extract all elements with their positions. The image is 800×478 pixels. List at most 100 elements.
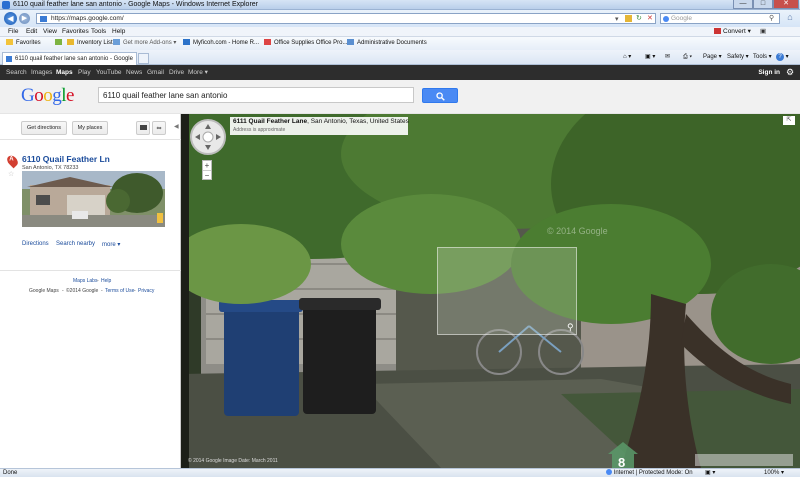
gbar-search[interactable]: Search — [6, 65, 27, 80]
separator: - — [134, 288, 136, 294]
dropdown-icon[interactable]: ▾ — [615, 15, 619, 23]
print-button[interactable] — [136, 121, 150, 135]
tab-row: 6110 quail feather lane san antonio - Go… — [0, 50, 800, 74]
fav-myficoh[interactable]: Myficoh.com - Home R... — [183, 37, 259, 50]
expand-icon[interactable]: ⇱ — [783, 116, 795, 125]
search-provider-icon — [663, 16, 669, 22]
fav-office-supplies[interactable]: Office Supplies Office Pro... — [264, 37, 347, 50]
menu-edit[interactable]: Edit — [26, 27, 37, 37]
search-nearby-link[interactable]: Search nearby — [56, 241, 95, 247]
overlay-city: , San Antonio, Texas, United States — [307, 118, 409, 125]
more-link[interactable]: more ▾ — [102, 241, 120, 248]
safety-menu-label: Safety — [727, 54, 745, 60]
gbar-news[interactable]: News — [126, 65, 142, 80]
new-tab-button[interactable] — [138, 53, 149, 64]
street-view-watermark: © 2014 Google — [547, 226, 608, 236]
fav-get-addons[interactable]: Get more Add-ons ▾ — [113, 37, 176, 50]
my-places-button[interactable]: My places — [72, 121, 108, 135]
menu-bar: File Edit View Favorites Tools Help Conv… — [0, 27, 800, 37]
fav-label: Administrative Documents — [357, 40, 427, 46]
more-label: more — [102, 242, 116, 248]
lock-icon[interactable] — [625, 15, 632, 22]
gbar-play[interactable]: Play — [78, 65, 91, 80]
help-icon[interactable]: ? ▾ — [776, 50, 789, 65]
separator: - — [101, 288, 103, 294]
safety-menu[interactable]: Safety ▾ — [727, 50, 749, 65]
tab-favicon-icon — [6, 56, 12, 62]
maps-search-input[interactable]: 6110 quail feather lane san antonio — [98, 87, 414, 103]
browser-search-placeholder: Google — [671, 15, 692, 22]
get-directions-button[interactable]: Get directions — [21, 121, 67, 135]
fav-label: Myficoh.com - Home R... — [193, 40, 260, 46]
globe-icon — [606, 469, 612, 475]
overlay-approximate: Address is approximate — [233, 127, 286, 133]
divider — [0, 139, 181, 140]
home-icon[interactable]: ⌂ — [783, 12, 797, 25]
fav-inventory-list[interactable]: Inventory List — [67, 37, 113, 50]
mail-icon[interactable]: ✉ — [665, 50, 670, 65]
gbar-youtube[interactable]: YouTube — [96, 65, 122, 80]
gbar-more[interactable]: More ▾ — [188, 65, 208, 80]
home-cmd-icon[interactable]: ⌂ ▾ — [623, 50, 631, 65]
maps-labs-link[interactable]: Maps Labs — [73, 278, 97, 284]
refresh-icon[interactable]: ↻ — [636, 14, 642, 22]
close-button[interactable]: ✕ — [773, 0, 799, 9]
result-title[interactable]: 6110 Quail Feather Ln — [22, 154, 110, 164]
page-favicon-icon — [40, 16, 47, 22]
zoom-text: 100% — [764, 470, 780, 476]
add-favorite-icon[interactable] — [55, 37, 65, 50]
favorites-button[interactable]: Favorites — [6, 37, 41, 50]
gbar-gmail[interactable]: Gmail — [147, 65, 164, 80]
collapse-panel-icon[interactable]: ◀ — [174, 123, 179, 130]
gbar-drive[interactable]: Drive — [169, 65, 184, 80]
gbar-maps[interactable]: Maps — [56, 65, 73, 80]
google-logo[interactable]: Google — [21, 85, 74, 107]
forward-button[interactable]: ▶ — [19, 13, 30, 24]
star-icon[interactable]: ☆ — [8, 170, 14, 178]
separator: - — [97, 278, 99, 284]
menu-help[interactable]: Help — [112, 27, 125, 37]
compass-control[interactable] — [190, 119, 226, 155]
zoom-out-button[interactable]: − — [203, 170, 211, 180]
menu-tools[interactable]: Tools — [91, 27, 106, 37]
print-icon — [139, 125, 147, 130]
navigation-arrows-icon — [195, 124, 221, 150]
street-view-thumbnail[interactable] — [22, 171, 165, 227]
page-menu[interactable]: Page ▾ — [703, 50, 722, 65]
title-bar: 6110 quail feather lane san antonio - Go… — [0, 0, 800, 10]
browser-search-field[interactable]: Google ⚲ — [660, 13, 780, 24]
search-icon — [436, 92, 445, 101]
back-button[interactable]: ◀ — [4, 12, 17, 25]
print-icon[interactable]: ⎙ ▾ — [683, 50, 692, 65]
zoom-in-button[interactable]: + — [203, 161, 211, 170]
terms-link[interactable]: Terms of Use — [105, 288, 134, 294]
gbar-images[interactable]: Images — [31, 65, 52, 80]
help-link[interactable]: Help — [101, 278, 111, 284]
search-icon[interactable]: ⚲ — [769, 14, 774, 22]
sign-in-link[interactable]: Sign in — [758, 65, 780, 80]
divider — [0, 270, 181, 271]
privacy-link[interactable]: Privacy — [138, 288, 154, 294]
convert-button[interactable]: Convert ▾ — [714, 27, 751, 37]
select-icon[interactable]: ▣ — [760, 27, 766, 37]
menu-file[interactable]: File — [8, 27, 18, 37]
tools-menu[interactable]: Tools ▾ — [753, 50, 772, 65]
link-button[interactable]: ∞ — [152, 121, 166, 135]
search-button[interactable] — [422, 88, 458, 103]
fav-admin-docs[interactable]: Administrative Documents — [347, 37, 427, 50]
minimize-button[interactable]: — — [733, 0, 753, 9]
menu-favorites[interactable]: Favorites — [62, 27, 89, 37]
status-bar: Done Internet | Protected Mode: On ▣ ▾ 1… — [0, 468, 800, 477]
menu-view[interactable]: View — [43, 27, 57, 37]
address-field[interactable]: https://maps.google.com/ ▾ ↻ ✕ — [36, 13, 656, 24]
directions-link[interactable]: Directions — [22, 241, 49, 247]
maximize-button[interactable]: □ — [753, 0, 773, 9]
gbar-more-label: More — [188, 69, 203, 76]
stop-icon[interactable]: ✕ — [647, 14, 653, 22]
feeds-icon[interactable]: ▣ ▾ — [645, 50, 655, 65]
star-icon — [6, 39, 13, 45]
zoom-cursor-icon: ⚲ — [567, 322, 574, 332]
tab-google-maps[interactable]: 6110 quail feather lane san antonio - Go… — [2, 52, 137, 74]
overlay-street: 6111 Quail Feather Lane — [233, 118, 308, 125]
gear-icon[interactable]: ⚙ — [786, 68, 795, 77]
